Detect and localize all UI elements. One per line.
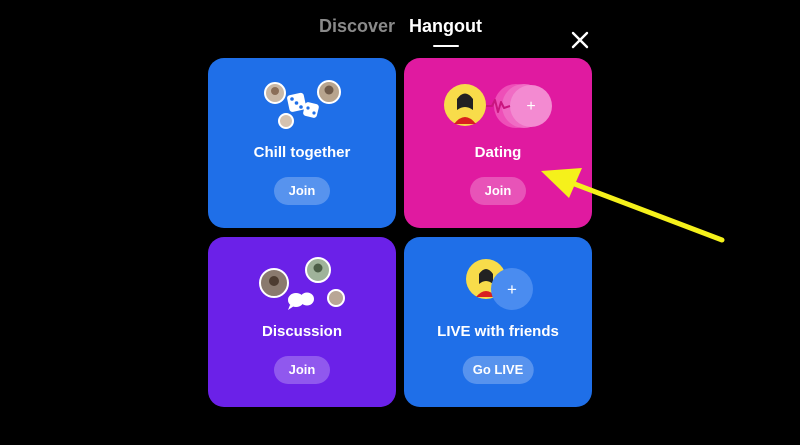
- close-icon[interactable]: [568, 28, 592, 52]
- join-button[interactable]: Join: [274, 177, 330, 205]
- dice-icon: [287, 92, 319, 118]
- card-title: Chill together: [253, 144, 351, 161]
- discussion-illustration: [259, 257, 345, 310]
- join-button[interactable]: Join: [274, 356, 330, 384]
- card-dating[interactable]: + Dating Join: [404, 58, 592, 228]
- chill-together-illustration: [264, 80, 341, 129]
- card-title: LIVE with friends: [437, 323, 559, 340]
- go-live-button[interactable]: Go LIVE: [462, 356, 534, 384]
- card-live-with-friends[interactable]: + LIVE with friends Go LIVE: [404, 237, 592, 407]
- svg-text:+: +: [526, 98, 535, 115]
- card-discussion[interactable]: Discussion Join: [208, 237, 396, 407]
- annotation-arrow: [541, 168, 725, 243]
- join-button[interactable]: Join: [470, 177, 526, 205]
- top-tab-bar: Discover Hangout: [0, 14, 800, 54]
- svg-text:+: +: [507, 280, 517, 299]
- card-title: Discussion: [261, 323, 343, 340]
- tab-hangout[interactable]: Hangout: [409, 16, 482, 37]
- tab-discover[interactable]: Discover: [319, 16, 395, 37]
- dating-illustration: +: [444, 84, 552, 128]
- chat-bubbles-icon: [288, 292, 314, 310]
- avatar: [444, 84, 486, 126]
- active-tab-indicator: [433, 45, 459, 47]
- live-with-friends-illustration: +: [466, 259, 533, 310]
- card-title: Dating: [474, 144, 522, 161]
- card-chill-together[interactable]: Chill together Join: [208, 58, 396, 228]
